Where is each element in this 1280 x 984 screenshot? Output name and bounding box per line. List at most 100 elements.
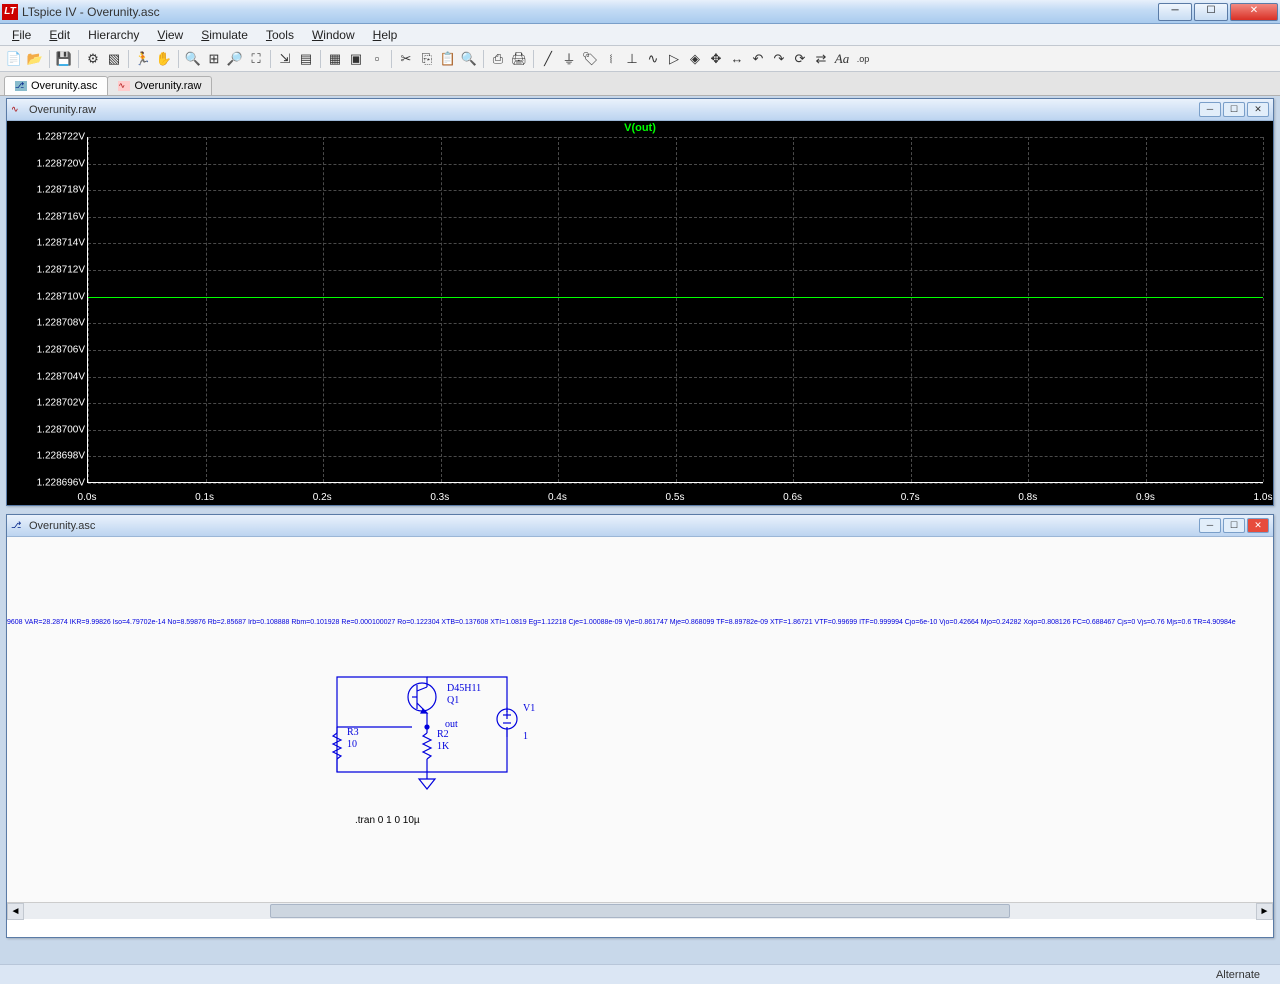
menu-tools[interactable]: Tools <box>258 26 302 44</box>
cut-icon[interactable]: ✂ <box>396 49 416 69</box>
close-pane-icon[interactable]: ▫ <box>367 49 387 69</box>
cascade-icon[interactable]: ▣ <box>346 49 366 69</box>
r2-ref: R2 <box>437 729 449 740</box>
mdi-titlebar-asc[interactable]: ⎇ Overunity.asc ─ ☐ ✕ <box>7 515 1273 537</box>
diode-icon[interactable]: ▷ <box>664 49 684 69</box>
window-maximize-button[interactable]: ☐ <box>1194 3 1228 21</box>
new-schematic-icon[interactable]: 📄 <box>4 49 24 69</box>
text-icon[interactable]: Aa <box>832 49 852 69</box>
menu-help[interactable]: Help <box>365 26 406 44</box>
mdi-close-button[interactable]: ✕ <box>1247 518 1269 533</box>
schematic-canvas[interactable]: 9608 VAR=28.2874 IKR=9.99826 Iso=4.79702… <box>7 537 1273 919</box>
y-tick-label: 1.228716V <box>37 211 85 222</box>
tab-overunity-asc[interactable]: ⎇ Overunity.asc <box>4 76 108 95</box>
y-tick-label: 1.228712V <box>37 265 85 276</box>
run-icon[interactable]: 🏃 <box>133 49 153 69</box>
mdi-titlebar-raw[interactable]: ∿ Overunity.raw ─ ☐ ✕ <box>7 99 1273 121</box>
trace-label[interactable]: V(out) <box>624 122 656 134</box>
halt-icon[interactable]: ✋ <box>154 49 174 69</box>
menu-window[interactable]: Window <box>304 26 363 44</box>
find-icon[interactable]: 🔍 <box>459 49 479 69</box>
menu-edit[interactable]: Edit <box>41 26 78 44</box>
label-net-icon[interactable]: 🏷 <box>580 49 600 69</box>
schematic-icon: ⎇ <box>15 81 27 91</box>
mdi-waveform: ∿ Overunity.raw ─ ☐ ✕ V(out) 1.228722V1.… <box>6 98 1274 506</box>
print-setup-icon[interactable]: ⎙ <box>488 49 508 69</box>
wire-icon[interactable]: ╱ <box>538 49 558 69</box>
print-icon[interactable]: 🖨 <box>509 49 529 69</box>
toolbar: 📄 📂 💾 ⚙ ▧ 🏃 ✋ 🔍 ⊞ 🔎 ⛶ ⇲ ▤ ▦ ▣ ▫ ✂ ⎘ 📋 🔍 … <box>0 46 1280 72</box>
v1-ref: V1 <box>523 703 535 714</box>
window-close-button[interactable]: ✕ <box>1230 3 1278 21</box>
mdi-minimize-button[interactable]: ─ <box>1199 102 1221 117</box>
tab-overunity-raw[interactable]: ∿ Overunity.raw <box>107 76 212 95</box>
menu-view[interactable]: View <box>149 26 191 44</box>
mdi-maximize-button[interactable]: ☐ <box>1223 102 1245 117</box>
component-icon[interactable]: ◈ <box>685 49 705 69</box>
inductor-icon[interactable]: ∿ <box>643 49 663 69</box>
x-tick-label: 0.0s <box>78 492 97 503</box>
resistor-icon[interactable]: ⧙ <box>601 49 621 69</box>
waveform-plot[interactable]: V(out) 1.228722V1.228720V1.228718V1.2287… <box>7 121 1273 505</box>
r3-val: 10 <box>347 739 357 750</box>
y-tick-label: 1.228706V <box>37 344 85 355</box>
x-tick-label: 0.1s <box>195 492 214 503</box>
x-tick-label: 0.7s <box>901 492 920 503</box>
capacitor-icon[interactable]: ⊥ <box>622 49 642 69</box>
undo-icon[interactable]: ↶ <box>748 49 768 69</box>
save-icon[interactable]: 💾 <box>54 49 74 69</box>
redo-icon[interactable]: ↷ <box>769 49 789 69</box>
mdi-close-button[interactable]: ✕ <box>1247 102 1269 117</box>
q1-name: D45H11 <box>447 683 481 694</box>
scroll-thumb[interactable] <box>270 904 1009 918</box>
x-tick-label: 1.0s <box>1254 492 1273 503</box>
x-tick-label: 0.6s <box>783 492 802 503</box>
app-icon: LT <box>2 4 18 20</box>
y-tick-label: 1.228702V <box>37 398 85 409</box>
menu-file[interactable]: File <box>4 26 39 44</box>
waveform-icon: ∿ <box>11 104 25 116</box>
move-icon[interactable]: ✥ <box>706 49 726 69</box>
scroll-track[interactable] <box>24 903 1256 919</box>
schematic-svg: D45H11 Q1 R3 10 R2 1K V1 1 out <box>327 667 557 807</box>
ground-icon[interactable]: ⏚ <box>559 49 579 69</box>
x-tick-label: 0.8s <box>1018 492 1037 503</box>
spice-directive-icon[interactable]: .op <box>853 49 873 69</box>
paste-icon[interactable]: 📋 <box>438 49 458 69</box>
zoom-out-icon[interactable]: 🔎 <box>225 49 245 69</box>
window-title: LTspice IV - Overunity.asc <box>22 5 1158 19</box>
workspace: ∿ Overunity.raw ─ ☐ ✕ V(out) 1.228722V1.… <box>0 96 1280 964</box>
drag-icon[interactable]: ↔ <box>727 49 747 69</box>
pick-visible-icon[interactable]: ▤ <box>296 49 316 69</box>
window-minimize-button[interactable]: ─ <box>1158 3 1192 21</box>
x-tick-label: 0.3s <box>430 492 449 503</box>
menu-hierarchy[interactable]: Hierarchy <box>80 26 147 44</box>
spice-directive[interactable]: .tran 0 1 0 10µ <box>355 815 420 826</box>
mdi-minimize-button[interactable]: ─ <box>1199 518 1221 533</box>
scroll-right-icon[interactable]: ► <box>1256 903 1273 920</box>
tab-label: Overunity.raw <box>134 80 201 92</box>
x-tick-label: 0.2s <box>313 492 332 503</box>
plot-grid <box>87 137 1263 483</box>
scroll-left-icon[interactable]: ◄ <box>7 903 24 920</box>
zoom-in-icon[interactable]: 🔍 <box>183 49 203 69</box>
r2-val: 1K <box>437 741 450 752</box>
document-tabbar: ⎇ Overunity.asc ∿ Overunity.raw <box>0 72 1280 96</box>
tile-icon[interactable]: ▦ <box>325 49 345 69</box>
pan-icon[interactable]: ⊞ <box>204 49 224 69</box>
y-tick-label: 1.228710V <box>37 291 85 302</box>
zoom-full-icon[interactable]: ⛶ <box>246 49 266 69</box>
autorange-icon[interactable]: ⇲ <box>275 49 295 69</box>
trace-line <box>88 297 1263 298</box>
open-icon[interactable]: 📂 <box>25 49 45 69</box>
mdi-maximize-button[interactable]: ☐ <box>1223 518 1245 533</box>
sim-pane-icon[interactable]: ▧ <box>104 49 124 69</box>
control-panel-icon[interactable]: ⚙ <box>83 49 103 69</box>
mdi-title-text: Overunity.raw <box>29 104 1199 116</box>
status-bar: Alternate <box>0 964 1280 984</box>
mirror-icon[interactable]: ⇄ <box>811 49 831 69</box>
menu-simulate[interactable]: Simulate <box>193 26 256 44</box>
copy-icon[interactable]: ⎘ <box>417 49 437 69</box>
horizontal-scrollbar[interactable]: ◄ ► <box>7 902 1273 919</box>
rotate-icon[interactable]: ⟳ <box>790 49 810 69</box>
